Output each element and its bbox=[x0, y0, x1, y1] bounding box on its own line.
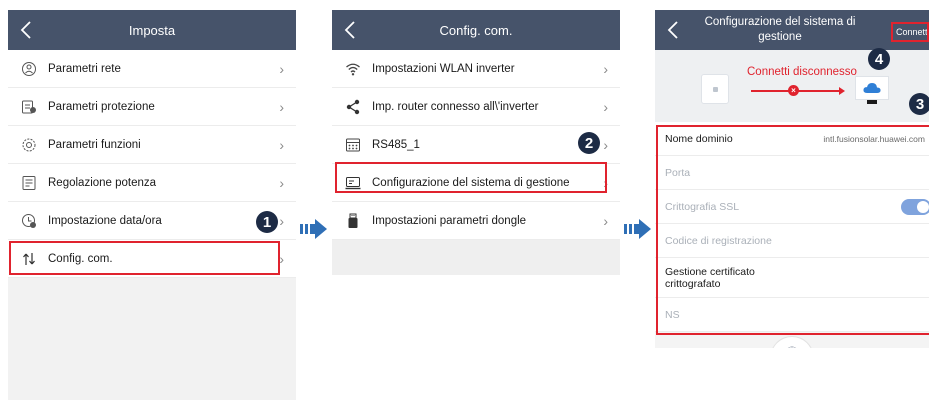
management-form: Nome dominio intl.fusionsolar.huawei.com… bbox=[655, 122, 929, 332]
chevron-right-icon: › bbox=[279, 136, 284, 153]
rs485-icon bbox=[344, 136, 362, 154]
menu-item-management-system[interactable]: Configurazione del sistema di gestione › bbox=[332, 164, 620, 202]
menu-item-network-params[interactable]: Parametri rete › bbox=[8, 50, 296, 88]
field-ssl-encryption: Crittografia SSL bbox=[655, 190, 929, 224]
wifi-icon bbox=[344, 60, 362, 78]
chevron-right-icon: › bbox=[279, 60, 284, 77]
page-title-line2: gestione bbox=[758, 31, 802, 43]
protection-params-icon bbox=[20, 98, 38, 116]
page-title: Config. com. bbox=[439, 22, 513, 38]
menu-item-wlan-inverter[interactable]: Impostazioni WLAN inverter › bbox=[332, 50, 620, 88]
menu-item-label: RS485_1 bbox=[372, 138, 420, 151]
menu-item-function-params[interactable]: Parametri funzioni › bbox=[8, 126, 296, 164]
chevron-right-icon: › bbox=[279, 250, 284, 267]
menu-item-label: Parametri rete bbox=[48, 62, 121, 75]
management-system-icon bbox=[344, 174, 362, 192]
screen-management-system: Configurazione del sistema di gestione C… bbox=[655, 10, 929, 348]
field-label: Codice di registrazione bbox=[665, 234, 772, 247]
menu-item-dongle[interactable]: Impostazioni parametri dongle › bbox=[332, 202, 620, 240]
menu-item-comm-config[interactable]: Config. com. › bbox=[8, 240, 296, 278]
menu-item-label: Impostazione data/ora bbox=[48, 214, 162, 227]
chevron-right-icon: › bbox=[603, 60, 608, 77]
chevron-right-icon: › bbox=[603, 98, 608, 115]
back-icon[interactable] bbox=[16, 18, 36, 42]
menu-item-label: Config. com. bbox=[48, 252, 113, 265]
field-ns[interactable]: NS bbox=[655, 298, 929, 332]
network-params-icon bbox=[20, 60, 38, 78]
field-domain-name[interactable]: Nome dominio intl.fusionsolar.huawei.com bbox=[655, 122, 929, 156]
menu-item-label: Imp. router connesso all\'inverter bbox=[372, 100, 539, 113]
step-badge-3: 3 bbox=[909, 93, 929, 115]
chevron-right-icon: › bbox=[603, 174, 608, 191]
power-adjust-icon bbox=[20, 174, 38, 192]
function-params-icon bbox=[20, 136, 38, 154]
menu-item-date-time[interactable]: Impostazione data/ora › bbox=[8, 202, 296, 240]
field-value: intl.fusionsolar.huawei.com bbox=[823, 133, 925, 144]
step-badge-2: 2 bbox=[578, 132, 600, 154]
scroll-up-handle[interactable]: ︽ bbox=[770, 336, 814, 348]
field-label: Nome dominio bbox=[665, 132, 733, 145]
transfer-arrows-icon bbox=[20, 250, 38, 268]
share-icon bbox=[344, 98, 362, 116]
monitor-stand bbox=[867, 100, 877, 104]
field-label: Porta bbox=[665, 166, 691, 179]
top-bar: Config. com. bbox=[332, 10, 620, 50]
back-icon[interactable] bbox=[340, 18, 360, 42]
field-label: NS bbox=[665, 308, 680, 321]
field-port[interactable]: Porta bbox=[655, 156, 929, 190]
page-title: Imposta bbox=[128, 22, 176, 38]
screen-imposta: Imposta Parametri rete › Parametri prote… bbox=[8, 10, 296, 400]
field-label: Gestione certificato crittografato bbox=[665, 265, 755, 290]
field-registration-code[interactable]: Codice di registrazione bbox=[655, 224, 929, 258]
step-badge-4: 4 bbox=[868, 48, 890, 70]
field-certificate-management[interactable]: Gestione certificato crittografato bbox=[655, 258, 929, 298]
page-title-line1: Configurazione del sistema di bbox=[704, 16, 856, 28]
screen-config-com: Config. com. Impostazioni WLAN inverter … bbox=[332, 10, 620, 275]
connection-status-text: Connetti disconnesso bbox=[747, 66, 857, 78]
cloud-server-icon bbox=[855, 76, 889, 100]
connection-status-panel: Connetti disconnesso × 4 bbox=[655, 48, 929, 122]
field-label: Crittografia SSL bbox=[665, 200, 740, 213]
flow-arrow-icon bbox=[624, 219, 651, 239]
top-bar: Imposta bbox=[8, 10, 296, 50]
menu-item-power-adjust[interactable]: Regolazione potenza › bbox=[8, 164, 296, 202]
flow-arrow-icon bbox=[300, 219, 327, 239]
settings-menu: Parametri rete › Parametri protezione › … bbox=[8, 50, 296, 278]
dongle-icon bbox=[344, 212, 362, 230]
page-title: Configurazione del sistema di gestione bbox=[705, 15, 856, 45]
disconnected-icon: × bbox=[788, 85, 799, 96]
menu-item-router[interactable]: Imp. router connesso all\'inverter › bbox=[332, 88, 620, 126]
chevron-right-icon: › bbox=[279, 98, 284, 115]
inverter-device-icon bbox=[701, 74, 729, 104]
clock-icon bbox=[20, 212, 38, 230]
chevron-right-icon: › bbox=[279, 174, 284, 191]
menu-item-label: Impostazioni WLAN inverter bbox=[372, 62, 515, 75]
menu-item-protection-params[interactable]: Parametri protezione › bbox=[8, 88, 296, 126]
menu-item-label: Parametri protezione bbox=[48, 100, 155, 113]
menu-item-label: Parametri funzioni bbox=[48, 138, 141, 151]
menu-item-label: Configurazione del sistema di gestione bbox=[372, 176, 570, 189]
top-bar: Configurazione del sistema di gestione C… bbox=[655, 10, 929, 50]
connect-button[interactable]: Connetti bbox=[891, 22, 929, 42]
step-badge-1: 1 bbox=[256, 211, 278, 233]
back-icon[interactable] bbox=[663, 18, 683, 42]
menu-item-label: Regolazione potenza bbox=[48, 176, 157, 189]
ssl-toggle[interactable] bbox=[901, 198, 929, 215]
menu-item-label: Impostazioni parametri dongle bbox=[372, 214, 527, 227]
comm-config-menu: Impostazioni WLAN inverter › Imp. router… bbox=[332, 50, 620, 240]
chevron-right-icon: › bbox=[603, 212, 608, 229]
menu-item-rs485[interactable]: RS485_1 › bbox=[332, 126, 620, 164]
